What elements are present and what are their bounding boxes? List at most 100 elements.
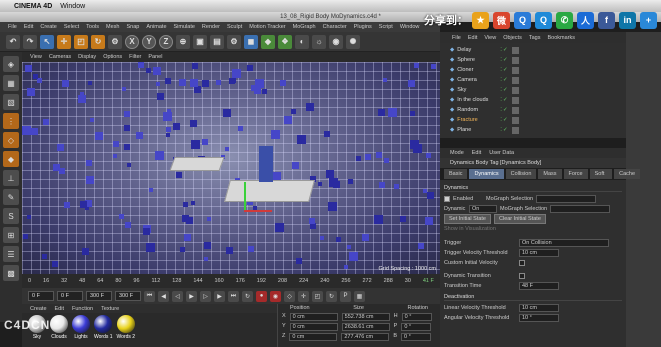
max-frame-field[interactable]: 300 F <box>115 291 141 301</box>
trigger-velocity-field[interactable]: 10 cm <box>519 249 559 257</box>
custom-velocity-checkbox[interactable] <box>519 260 525 266</box>
min-frame-field[interactable]: 0 F <box>57 291 83 301</box>
timeline[interactable]: 0 16 32 48 64 80 96 112 128 144 160 176 192 208 224 240… <box>22 274 440 288</box>
loop-icon[interactable]: ↻ <box>242 290 253 302</box>
viewport-menu-display[interactable]: Display <box>78 54 96 60</box>
attribute-menu-edit[interactable]: Edit <box>472 150 481 156</box>
menu-edit[interactable]: Edit <box>24 24 33 30</box>
rotation-field[interactable]: 0 ° <box>401 333 432 341</box>
menu-select[interactable]: Select <box>64 24 79 30</box>
scene-icon[interactable]: ☼ <box>312 34 326 49</box>
clear-initial-state-button[interactable]: Clear Initial State <box>494 214 546 224</box>
object-menu-file[interactable]: File <box>452 35 461 41</box>
object-tag-icon[interactable] <box>511 116 519 124</box>
tab-soft-body[interactable]: Soft Body <box>589 169 613 187</box>
linkedin-icon[interactable]: in <box>619 11 636 29</box>
material-menu-create[interactable]: Create <box>30 306 47 312</box>
rotation-field[interactable]: 0 ° <box>401 313 432 321</box>
snap-icon[interactable]: S <box>3 208 19 224</box>
weibo-icon[interactable]: 微 <box>493 11 510 29</box>
material-item[interactable]: Lights <box>72 315 90 347</box>
object-tag-icon[interactable] <box>511 106 519 114</box>
light-icon[interactable]: ✺ <box>346 34 360 49</box>
object-tag-icon[interactable] <box>511 66 519 74</box>
menu-mograph[interactable]: MoGraph <box>293 24 316 30</box>
dynamic-transition-checkbox[interactable] <box>519 273 525 279</box>
angular-velocity-field[interactable]: 10 ° <box>519 314 559 322</box>
object-row[interactable]: ◆ In the clouds ⁚✓ <box>440 95 626 105</box>
dynamic-dropdown[interactable]: On <box>469 205 497 213</box>
menu-window[interactable]: Window <box>400 24 420 30</box>
object-tag-icon[interactable] <box>511 56 519 64</box>
x-axis-button[interactable]: X <box>125 34 139 49</box>
position-key-icon[interactable]: ✛ <box>298 290 309 302</box>
position-field[interactable]: 0 cm <box>289 313 338 321</box>
record-icon[interactable]: ● <box>256 290 267 302</box>
size-field[interactable]: 552.738 cm <box>341 313 390 321</box>
viewport-menu-view[interactable]: View <box>30 54 42 60</box>
favorite-star-icon[interactable]: ★ <box>472 11 489 29</box>
visibility-dots[interactable]: ⁚✓ <box>500 57 508 63</box>
material-menu-texture[interactable]: Texture <box>101 306 119 312</box>
attribute-menu-user-data[interactable]: User Data <box>489 150 514 156</box>
y-axis-button[interactable]: Y <box>142 34 156 49</box>
prev-frame-icon[interactable]: ◁ <box>172 290 183 302</box>
mograph-cloner-icon[interactable]: ❖ <box>278 34 292 49</box>
more-icon[interactable]: + <box>640 11 657 29</box>
texture-mode-icon[interactable]: ▦ <box>3 75 19 91</box>
viewport-menu-panel[interactable]: Panel <box>148 54 162 60</box>
play-icon[interactable]: ▶ <box>186 290 197 302</box>
menu-file[interactable]: File <box>8 24 17 30</box>
viewport[interactable]: Grid Spacing : 1000 cm <box>22 62 440 274</box>
material-item[interactable]: Clouds <box>50 315 68 347</box>
move-icon[interactable]: ✛ <box>57 34 71 49</box>
tab-dynamics[interactable]: Dynamics <box>469 169 504 179</box>
render-settings-icon[interactable]: ⚙ <box>227 34 241 49</box>
facebook-icon[interactable]: f <box>598 11 615 29</box>
start-frame-field[interactable]: 0 F <box>28 291 54 301</box>
material-item[interactable]: Words 2 <box>117 315 135 347</box>
sculpt-icon[interactable]: ☰ <box>3 246 19 262</box>
mograph-selection-field[interactable] <box>536 195 597 203</box>
visibility-dots[interactable]: ⁚✓ <box>500 47 508 53</box>
size-field[interactable]: 277.476 cm <box>341 333 390 341</box>
menu-render[interactable]: Render <box>202 24 220 30</box>
scale-icon[interactable]: ◰ <box>74 34 88 49</box>
viewport-menu-cameras[interactable]: Cameras <box>49 54 71 60</box>
object-menu-edit[interactable]: Edit <box>468 35 477 41</box>
attribute-menu-mode[interactable]: Mode <box>450 150 464 156</box>
camera-icon[interactable]: ◉ <box>329 34 343 49</box>
linear-velocity-field[interactable]: 10 cm <box>519 304 559 312</box>
viewport-menu-options[interactable]: Options <box>103 54 122 60</box>
edges-mode-icon[interactable]: ◇ <box>3 132 19 148</box>
grid-icon[interactable]: ▩ <box>3 265 19 281</box>
object-tag-icon[interactable] <box>511 96 519 104</box>
menu-animate[interactable]: Animate <box>146 24 166 30</box>
qzone-icon[interactable]: Q <box>514 11 531 29</box>
material-menu-function[interactable]: Function <box>72 306 93 312</box>
menu-script[interactable]: Script <box>379 24 393 30</box>
next-frame-icon[interactable]: ▷ <box>200 290 211 302</box>
go-to-start-icon[interactable]: ⏮ <box>144 290 155 302</box>
pla-key-icon[interactable]: ▦ <box>354 290 365 302</box>
object-menu-tags[interactable]: Tags <box>529 35 541 41</box>
points-mode-icon[interactable]: ⋮ <box>3 113 19 129</box>
lock-workplane-icon[interactable]: ⊞ <box>3 227 19 243</box>
object-menu-objects[interactable]: Objects <box>503 35 522 41</box>
keyframe-selection-icon[interactable]: ◇ <box>284 290 295 302</box>
menu-character[interactable]: Character <box>323 24 347 30</box>
tab-cache[interactable]: Cache <box>614 169 641 179</box>
object-tag-icon[interactable] <box>511 86 519 94</box>
tab-force[interactable]: Force <box>563 169 588 179</box>
polygons-mode-icon[interactable]: ◆ <box>3 151 19 167</box>
menu-snap[interactable]: Snap <box>126 24 139 30</box>
rotation-key-icon[interactable]: ↻ <box>326 290 337 302</box>
coordinate-system-icon[interactable]: ⊕ <box>176 34 190 49</box>
rotate-icon[interactable]: ↻ <box>91 34 105 49</box>
param-key-icon[interactable]: P <box>340 290 351 302</box>
subdivision-icon[interactable]: ◆ <box>261 34 275 49</box>
app-menu[interactable]: CINEMA 4D <box>14 3 52 10</box>
material-item[interactable]: Words 1 <box>94 315 113 347</box>
mograph-selection-field-2[interactable] <box>550 205 611 213</box>
trigger-dropdown[interactable]: On Collision <box>519 239 609 247</box>
